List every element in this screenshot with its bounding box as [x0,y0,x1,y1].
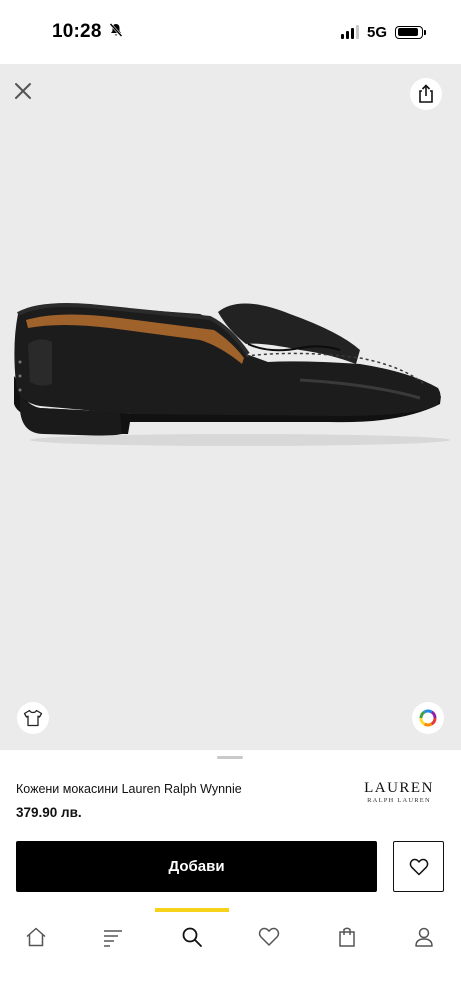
loafer-shoe-image [14,303,450,446]
brand-logo-sub: RALPH LAUREN [367,797,431,804]
tab-search[interactable] [172,921,212,953]
search-icon [182,927,202,947]
status-bar: 10:28 5G [0,0,461,64]
tab-home[interactable] [16,921,56,953]
add-to-cart-button[interactable]: Добави [16,841,377,892]
product-image [0,64,461,750]
home-icon [26,927,46,947]
tab-profile[interactable] [404,921,444,953]
wishlist-button[interactable] [393,841,444,892]
tab-categories[interactable] [93,921,133,953]
color-wheel-icon [419,709,437,727]
signal-bars-icon [340,25,359,39]
product-price: 379.90 лв. [16,805,82,820]
color-picker-button[interactable] [412,702,444,734]
heart-icon [409,858,428,875]
close-button[interactable] [10,78,36,104]
network-label: 5G [366,23,387,41]
heart-icon [258,927,280,946]
status-time: 10:28 [52,21,102,42]
product-name: Кожени мокасини Lauren Ralph Wynnie [16,782,242,796]
tab-wishlist[interactable] [249,921,289,953]
share-icon [419,84,433,103]
brand-logo-main: LAUREN [364,780,434,796]
tab-cart[interactable] [327,921,367,953]
bottom-tab-bar [0,905,461,999]
bag-icon [339,927,355,947]
battery-icon [395,25,426,39]
close-icon [15,83,31,99]
active-tab-indicator [155,908,229,912]
bell-slash-icon [108,22,124,43]
status-right: 5G [340,23,426,41]
menu-icon [104,930,122,947]
tshirt-icon [23,709,43,727]
profile-icon [415,927,433,947]
drag-handle[interactable] [217,756,243,759]
share-button[interactable] [410,78,442,110]
status-left: 10:28 [52,21,124,43]
size-guide-button[interactable] [17,702,49,734]
brand-logo[interactable]: LAUREN RALPH LAUREN [359,781,439,805]
